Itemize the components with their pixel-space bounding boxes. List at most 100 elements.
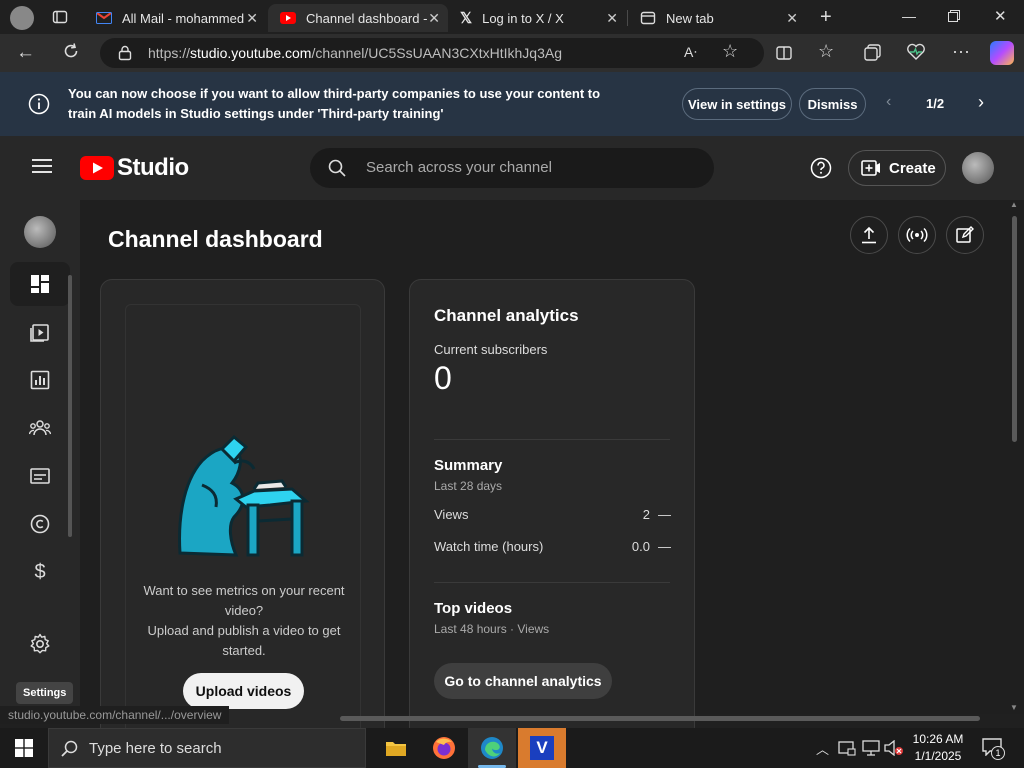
create-label: Create	[889, 159, 936, 177]
notification-center-icon[interactable]: 1	[982, 738, 1005, 760]
views-value: 2	[642, 507, 650, 522]
watch-time-trend: —	[658, 539, 671, 554]
create-button[interactable]: Create	[848, 150, 946, 186]
read-aloud-icon[interactable]: Aᐧ	[684, 44, 697, 61]
community-icon	[29, 419, 51, 437]
address-bar[interactable]: https://studio.youtube.com/channel/UC5Ss…	[100, 38, 764, 68]
nav-community[interactable]	[10, 406, 70, 450]
search-input[interactable]: Search across your channel	[310, 148, 714, 188]
network-icon[interactable]	[838, 740, 856, 756]
new-tab-plus-icon[interactable]: +	[820, 6, 832, 29]
content-icon	[30, 322, 50, 342]
taskbar-clock[interactable]: 10:26 AM 1/1/2025	[908, 731, 968, 765]
analytics-icon	[30, 370, 50, 390]
tab-youtube-studio[interactable]: Channel dashboard - Y ✕	[268, 4, 448, 32]
nav-earn[interactable]: $	[10, 550, 70, 594]
show-hidden-icons-chevron-icon[interactable]: ︿	[816, 739, 829, 758]
profile-avatar-icon[interactable]	[10, 6, 34, 30]
scroll-up-arrow-icon[interactable]: ▲	[1010, 200, 1018, 209]
notification-count-badge: 1	[991, 746, 1005, 760]
close-tab-icon[interactable]: ✕	[246, 10, 258, 27]
tab-new-tab[interactable]: New tab ✕	[628, 4, 806, 32]
upload-videos-button[interactable]: Upload videos	[183, 673, 304, 709]
volume-muted-icon[interactable]	[884, 740, 904, 756]
x-icon: 𝕏	[460, 10, 473, 27]
tab-x-login[interactable]: 𝕏 Log in to X / X ✕	[448, 4, 626, 32]
upload-video-button[interactable]	[850, 216, 888, 254]
lock-icon[interactable]	[118, 45, 132, 61]
channel-avatar[interactable]	[24, 216, 56, 248]
nav-analytics[interactable]	[10, 358, 70, 402]
split-screen-icon[interactable]	[776, 45, 792, 61]
tab-actions-icon[interactable]	[52, 9, 68, 25]
upload-card: Want to see metrics on your recent video…	[100, 279, 385, 744]
close-window-icon[interactable]: ✕	[994, 7, 1007, 25]
page-vertical-scrollbar[interactable]	[1012, 216, 1017, 442]
go-live-button[interactable]	[898, 216, 936, 254]
edge-icon[interactable]	[468, 728, 516, 768]
upload-icon	[861, 226, 877, 244]
favorite-star-icon[interactable]: ☆	[722, 41, 738, 62]
create-post-button[interactable]	[946, 216, 984, 254]
studio-logo[interactable]: Studio	[80, 154, 189, 182]
help-icon[interactable]	[810, 157, 832, 179]
go-to-channel-analytics-button[interactable]: Go to channel analytics	[434, 663, 612, 699]
nav-settings[interactable]	[10, 622, 70, 666]
display-icon[interactable]	[862, 740, 880, 756]
firefox-icon[interactable]	[420, 728, 468, 768]
info-icon	[28, 93, 50, 115]
tab-title: Channel dashboard - Y	[306, 10, 430, 26]
close-tab-icon[interactable]: ✕	[606, 10, 618, 27]
horizontal-scrollbar[interactable]	[340, 716, 980, 721]
live-broadcast-icon	[906, 227, 928, 243]
views-label: Views	[434, 507, 469, 522]
browser-essentials-icon[interactable]	[906, 43, 926, 61]
menu-hamburger-icon[interactable]	[32, 158, 52, 174]
collections-icon[interactable]	[864, 44, 881, 61]
dismiss-button[interactable]: Dismiss	[799, 88, 866, 120]
watch-time-value: 0.0	[631, 539, 650, 554]
nav-content[interactable]	[10, 310, 70, 354]
views-trend: —	[658, 507, 671, 522]
view-in-settings-button[interactable]: View in settings	[682, 88, 792, 120]
nav-subtitles[interactable]	[10, 454, 70, 498]
account-avatar[interactable]	[962, 152, 994, 184]
file-explorer-icon[interactable]	[372, 728, 420, 768]
favorites-icon[interactable]: ☆	[818, 41, 834, 62]
settings-tooltip: Settings	[16, 682, 74, 704]
windows-start-icon[interactable]	[0, 728, 48, 768]
divider	[434, 439, 670, 440]
minimize-icon[interactable]: —	[902, 8, 916, 24]
more-options-icon[interactable]: ···	[952, 41, 970, 62]
copilot-icon[interactable]	[990, 41, 1014, 65]
close-tab-icon[interactable]: ✕	[786, 10, 798, 27]
banner-message: You can now choose if you want to allow …	[68, 86, 601, 121]
analytics-title: Channel analytics	[434, 306, 579, 325]
close-tab-icon[interactable]: ✕	[428, 10, 440, 27]
studio-logo-text: Studio	[117, 154, 189, 181]
v-logo-icon: V	[530, 736, 554, 760]
vpn-app-icon[interactable]: V	[518, 728, 566, 768]
restore-icon[interactable]	[948, 10, 960, 22]
nav-dashboard[interactable]	[10, 262, 70, 306]
subtitles-icon	[30, 468, 50, 484]
previous-icon[interactable]: ‹	[886, 93, 891, 111]
dollar-icon: $	[34, 560, 46, 583]
settings-gear-icon	[29, 633, 51, 655]
status-bar-url: studio.youtube.com/channel/.../overview	[0, 706, 230, 724]
back-icon[interactable]: ←	[16, 42, 35, 64]
scroll-down-arrow-icon[interactable]: ▼	[1010, 703, 1018, 712]
next-icon[interactable]: ›	[978, 92, 984, 113]
taskbar-search-placeholder: Type here to search	[89, 740, 222, 757]
taskbar-search-input[interactable]: Type here to search	[48, 728, 366, 768]
tab-gmail[interactable]: All Mail - mohammed ✕	[84, 4, 266, 32]
upload-illustration	[174, 433, 314, 563]
refresh-icon[interactable]	[62, 42, 80, 60]
tab-title: All Mail - mohammed	[122, 10, 245, 26]
windows-taskbar: Type here to search V ︿ 10:26 AM 1/1/202…	[0, 728, 1024, 768]
sidebar-scrollbar[interactable]	[68, 275, 72, 537]
summary-period: Last 28 days	[434, 479, 503, 493]
youtube-icon	[280, 12, 296, 24]
nav-copyright[interactable]	[10, 502, 70, 546]
tab-title: Log in to X / X	[482, 10, 564, 26]
